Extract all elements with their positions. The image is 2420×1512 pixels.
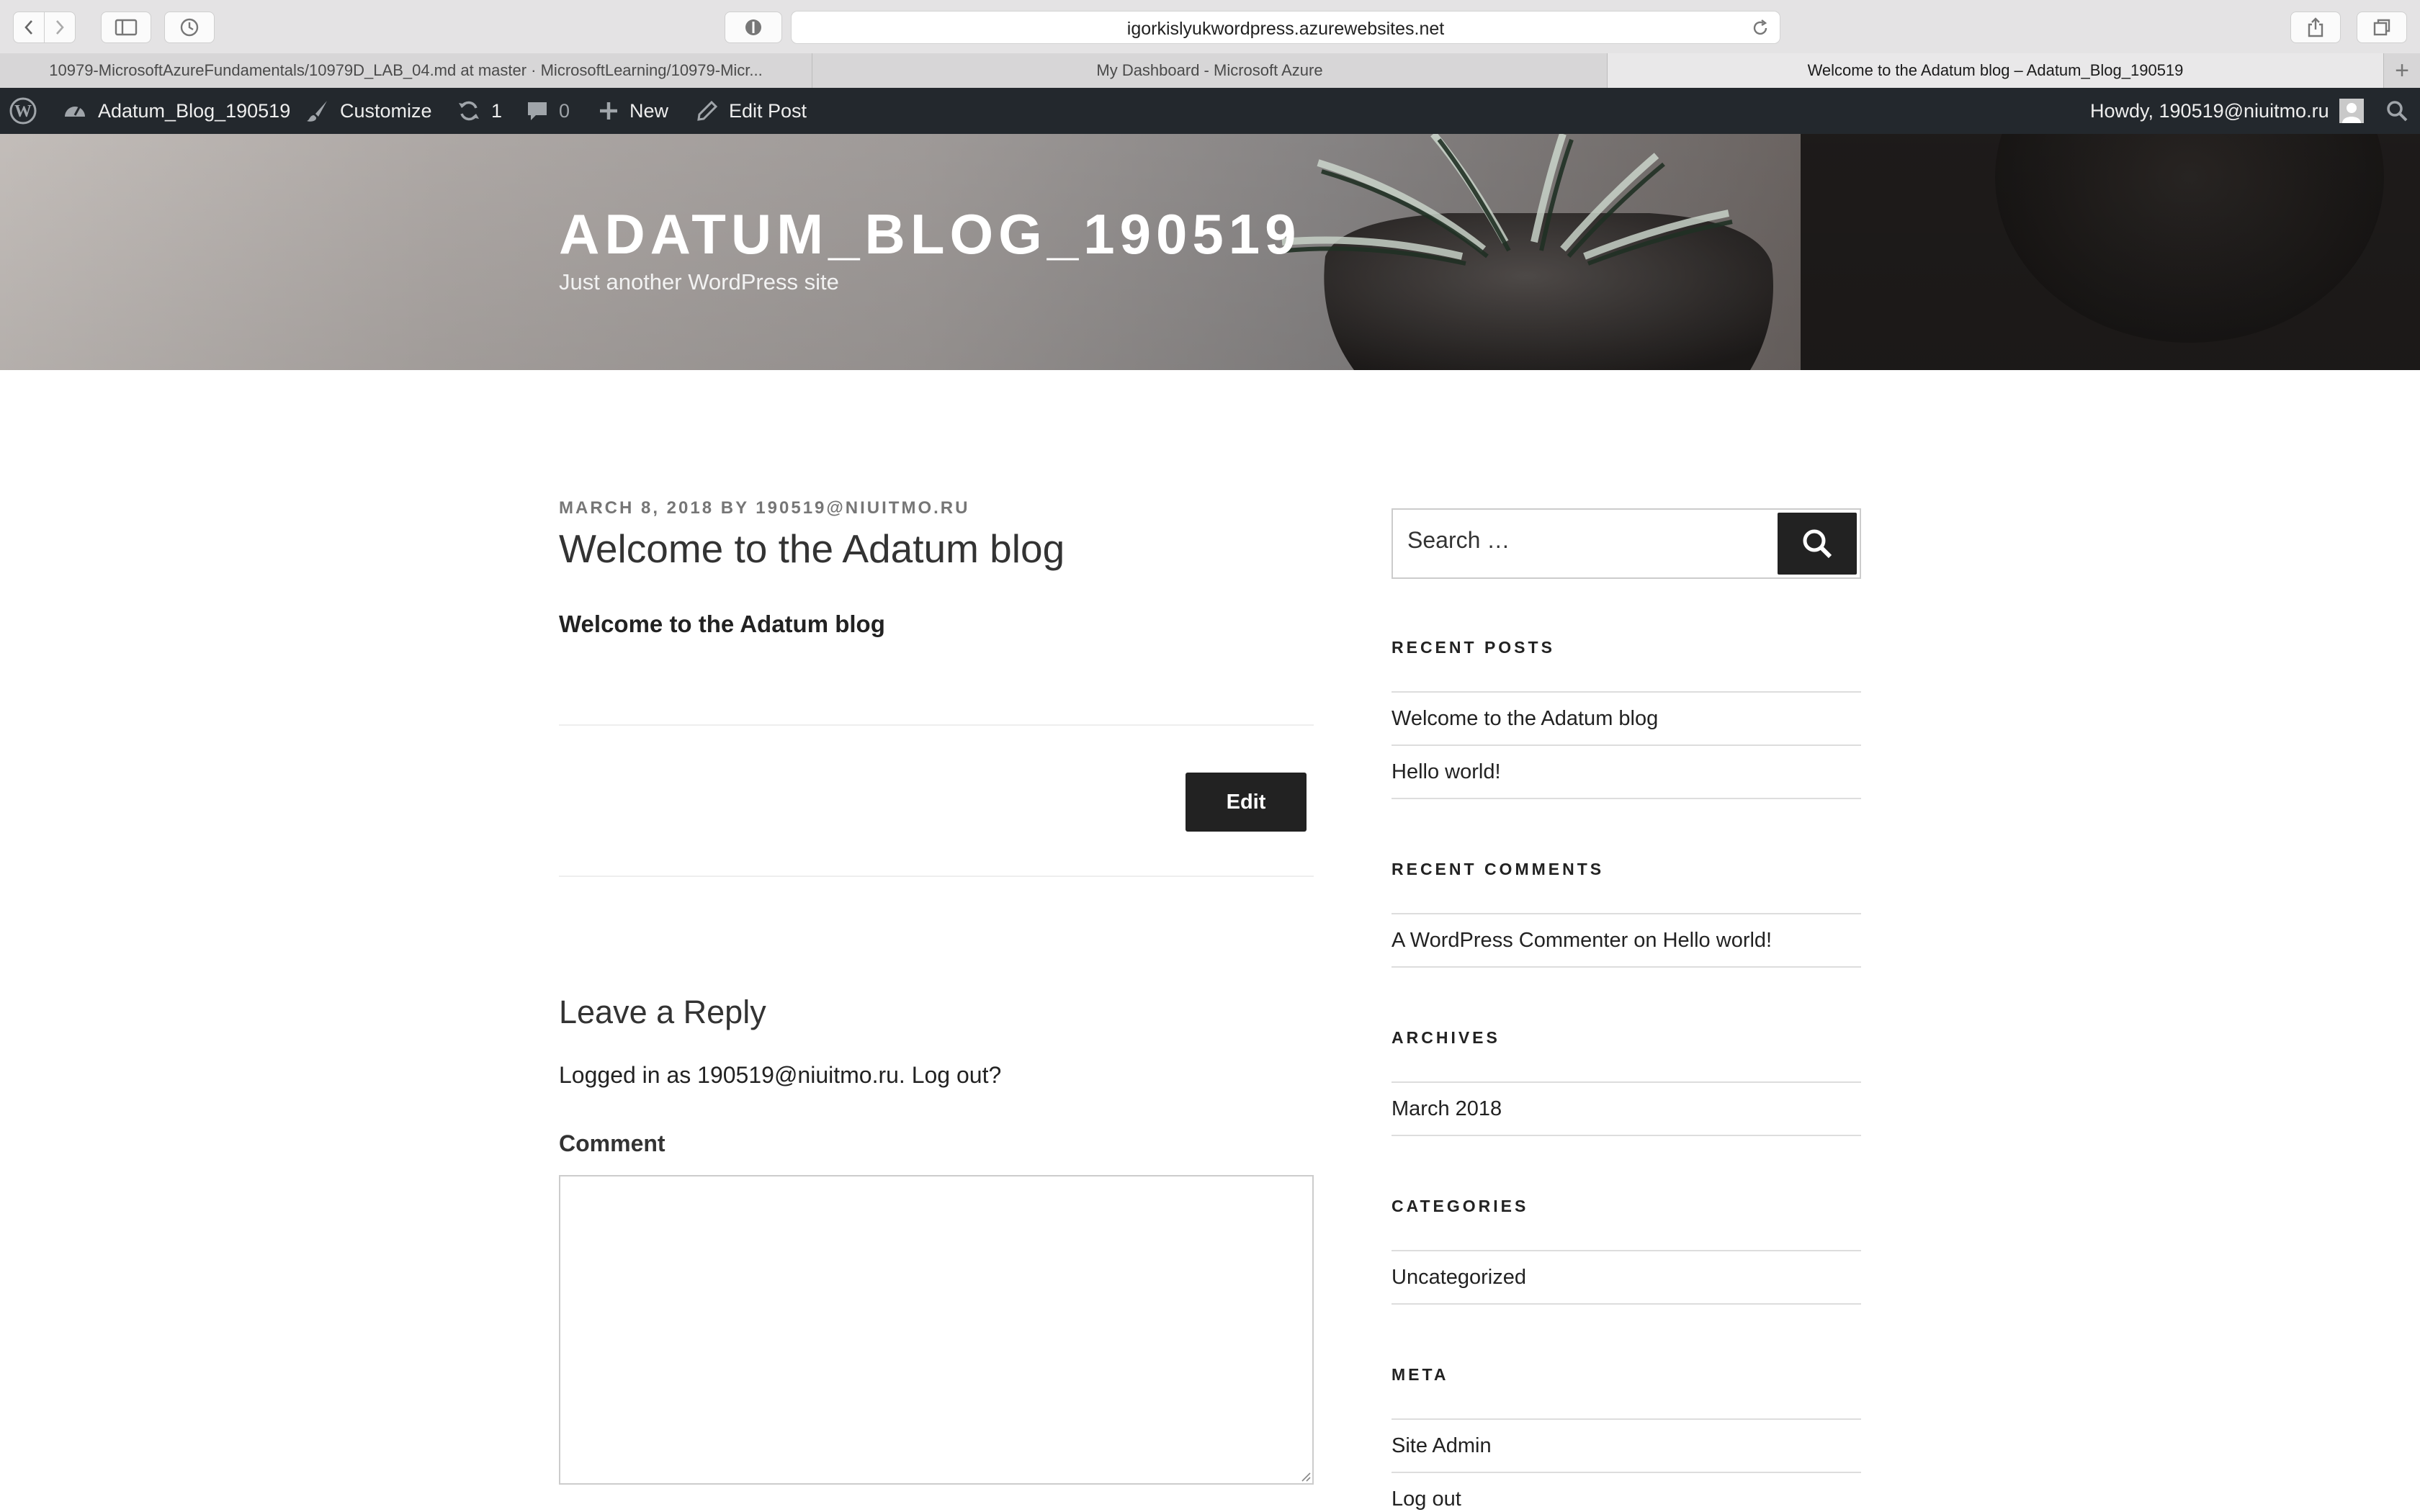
post-content: Welcome to the Adatum blog	[559, 611, 885, 637]
avatar	[2339, 99, 2364, 123]
site-name-menu[interactable]: Adatum_Blog_190519	[62, 88, 290, 134]
search-button[interactable]	[1778, 513, 1857, 575]
new-tab-button[interactable]: +	[2384, 53, 2420, 88]
reload-icon[interactable]	[1751, 19, 1770, 37]
tab-adatum-blog[interactable]: Welcome to the Adatum blog – Adatum_Blog…	[1608, 53, 2384, 88]
comment-bubble-icon	[528, 102, 547, 120]
widget-divider	[1392, 966, 1861, 968]
customize-link[interactable]: Customize	[305, 88, 432, 134]
shield-icon	[745, 19, 761, 35]
widget-divider	[1392, 913, 1861, 914]
share-icon	[2308, 17, 2323, 37]
widget-divider	[1392, 691, 1861, 693]
admin-search-button[interactable]	[2385, 88, 2419, 134]
forward-button[interactable]	[44, 12, 76, 43]
wp-logo-button[interactable]: W	[9, 88, 48, 134]
categories-title: CATEGORIES	[1392, 1197, 1529, 1215]
recent-comment-link[interactable]: A WordPress Commenter on Hello world!	[1392, 929, 1772, 953]
history-button[interactable]	[164, 12, 215, 43]
widget-divider	[1392, 1135, 1861, 1136]
edit-post-label: Edit Post	[729, 99, 807, 122]
updates-icon	[459, 101, 479, 121]
log-out-link[interactable]: Log out	[1392, 1488, 1461, 1511]
pencil-icon	[697, 100, 718, 121]
category-link[interactable]: Uncategorized	[1392, 1266, 1526, 1290]
address-bar[interactable]: igorkislyukwordpress.azurewebsites.net	[791, 11, 1780, 44]
search-input[interactable]: Search …	[1407, 527, 1510, 554]
chevron-right-icon	[56, 20, 64, 35]
howdy-label: Howdy, 190519@niuitmo.ru	[2090, 99, 2329, 122]
tabs-icon	[2373, 19, 2390, 36]
comment-label: Comment	[559, 1130, 666, 1156]
plus-icon	[600, 102, 617, 120]
tab-label: My Dashboard - Microsoft Azure	[1096, 61, 1323, 79]
back-button[interactable]	[13, 12, 45, 43]
reply-title: Leave a Reply	[559, 994, 766, 1030]
recent-post-link[interactable]: Hello world!	[1392, 760, 1501, 784]
tab-label: Welcome to the Adatum blog – Adatum_Blog…	[1807, 61, 2184, 79]
header-image: ADATUM_BLOG_190519 Just another WordPres…	[0, 134, 2420, 370]
url-text: igorkislyukwordpress.azurewebsites.net	[1126, 19, 1445, 39]
archive-link[interactable]: March 2018	[1392, 1097, 1502, 1121]
site-title[interactable]: ADATUM_BLOG_190519	[559, 202, 1301, 267]
plus-icon: +	[2395, 56, 2409, 84]
wp-admin-bar: W Adatum_Blog_190519 Customize 1 0 New E…	[0, 88, 2420, 134]
sidebar-toggle-button[interactable]	[101, 12, 151, 43]
clock-icon	[180, 18, 199, 37]
wordpress-logo-icon: W	[9, 97, 37, 125]
search-icon	[1803, 529, 1832, 559]
tabs-overview-button[interactable]	[2357, 12, 2407, 43]
logged-in-text[interactable]: Logged in as 190519@niuitmo.ru. Log out?	[559, 1062, 1001, 1089]
archives-title: ARCHIVES	[1392, 1028, 1500, 1047]
post-meta: MARCH 8, 2018 BY 190519@NIUITMO.RU	[559, 498, 970, 518]
post-divider	[559, 724, 1314, 726]
recent-posts-title: RECENT POSTS	[1392, 638, 1555, 657]
comments-count: 0	[559, 99, 570, 122]
search-form: Search …	[1392, 508, 1861, 579]
resize-handle-icon[interactable]	[1299, 1470, 1311, 1482]
brush-icon	[307, 101, 327, 122]
tab-azure-dashboard[interactable]: My Dashboard - Microsoft Azure	[812, 53, 1608, 88]
customize-label: Customize	[340, 99, 432, 122]
post-title: Welcome to the Adatum blog	[559, 526, 1065, 571]
comments-link[interactable]: 0	[526, 88, 570, 134]
site-admin-link[interactable]: Site Admin	[1392, 1434, 1492, 1458]
privacy-button[interactable]	[725, 12, 782, 43]
search-icon	[2387, 101, 2408, 122]
widget-divider	[1392, 1250, 1861, 1251]
tab-github-lab[interactable]: 10979-MicrosoftAzureFundamentals/10979D_…	[0, 53, 812, 88]
widget-divider	[1392, 1418, 1861, 1420]
widget-divider	[1392, 744, 1861, 746]
widget-divider	[1392, 1303, 1861, 1305]
widget-divider	[1392, 1081, 1861, 1083]
site-name-label: Adatum_Blog_190519	[98, 99, 291, 122]
meta-title: META	[1392, 1365, 1449, 1384]
chevron-left-icon	[24, 20, 32, 35]
dashboard-icon	[65, 107, 85, 117]
site-description: Just another WordPress site	[559, 269, 839, 294]
widget-divider	[1392, 798, 1861, 799]
share-button[interactable]	[2290, 12, 2341, 43]
comment-textarea[interactable]	[559, 1175, 1314, 1485]
new-label: New	[629, 99, 669, 122]
tab-bar: 10979-MicrosoftAzureFundamentals/10979D_…	[0, 53, 2420, 89]
account-menu[interactable]: Howdy, 190519@niuitmo.ru	[2090, 88, 2364, 134]
recent-comments-title: RECENT COMMENTS	[1392, 860, 1605, 878]
updates-link[interactable]: 1	[457, 88, 502, 134]
sidebar-icon	[115, 19, 138, 36]
svg-text:W: W	[14, 102, 32, 121]
edit-button[interactable]: Edit	[1186, 773, 1307, 832]
new-content-menu[interactable]: New	[598, 88, 668, 134]
recent-post-link[interactable]: Welcome to the Adatum blog	[1392, 707, 1658, 731]
updates-count: 1	[491, 99, 503, 122]
post-footer-divider	[559, 876, 1314, 877]
widget-divider	[1392, 1472, 1861, 1473]
tab-label: 10979-MicrosoftAzureFundamentals/10979D_…	[49, 61, 763, 79]
browser-toolbar: igorkislyukwordpress.azurewebsites.net	[0, 0, 2420, 54]
edit-post-link[interactable]: Edit Post	[696, 88, 807, 134]
